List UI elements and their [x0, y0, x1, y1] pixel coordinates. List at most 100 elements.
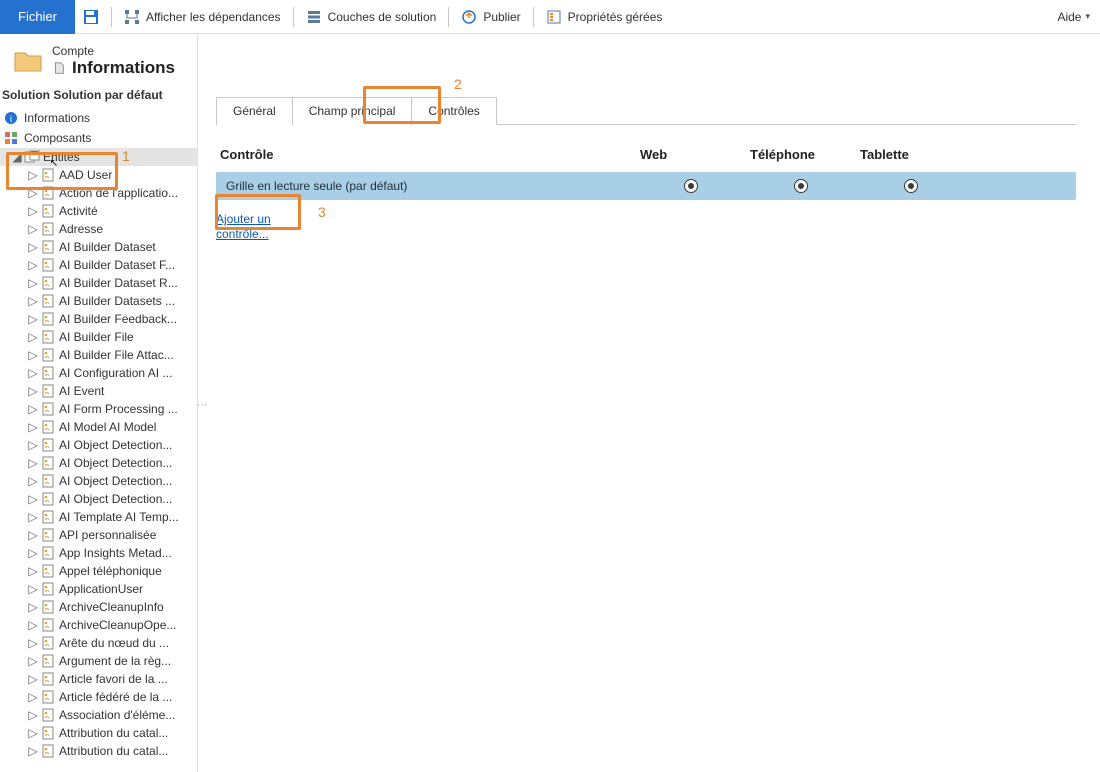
expand-icon[interactable]: ▷ — [28, 222, 38, 236]
expand-icon[interactable]: ▷ — [28, 258, 38, 272]
expand-icon[interactable]: ▷ — [28, 186, 38, 200]
tree-node-entities-label: Entités — [43, 150, 80, 164]
solution-layers-button[interactable]: Couches de solution — [298, 0, 445, 34]
dependencies-icon — [124, 9, 140, 25]
tree-node[interactable]: ▷AI Event — [0, 382, 197, 400]
expand-icon[interactable]: ▷ — [28, 708, 38, 722]
tree-node-label: Appel téléphonique — [59, 564, 162, 578]
radio-tablet[interactable] — [904, 179, 918, 193]
tree-node[interactable]: ▷AI Template AI Temp... — [0, 508, 197, 526]
tree-node[interactable]: ▷ArchiveCleanupOpe... — [0, 616, 197, 634]
tree-node[interactable]: ▷Activité — [0, 202, 197, 220]
expand-icon[interactable]: ▷ — [28, 420, 38, 434]
tab-primary-field[interactable]: Champ principal — [293, 97, 413, 125]
tree-node[interactable]: ▷AI Object Detection... — [0, 436, 197, 454]
save-button[interactable] — [75, 0, 107, 34]
col-control: Contrôle — [220, 147, 640, 162]
radio-web[interactable] — [684, 179, 698, 193]
info-icon: i — [4, 111, 18, 125]
tree-node-label: AI Model AI Model — [59, 420, 156, 434]
tab-general[interactable]: Général — [216, 97, 293, 125]
tree-node[interactable]: ▷Argument de la règ... — [0, 652, 197, 670]
entity-icon — [40, 636, 56, 650]
tree-node[interactable]: ▷ArchiveCleanupInfo — [0, 598, 197, 616]
tree-node[interactable]: ▷Attribution du catal... — [0, 724, 197, 742]
tree-node[interactable]: ▷AI Builder Dataset — [0, 238, 197, 256]
tree-node[interactable]: ▷AI Builder Dataset F... — [0, 256, 197, 274]
expand-icon[interactable]: ▷ — [28, 546, 38, 560]
expand-icon[interactable]: ▷ — [28, 456, 38, 470]
entity-icon — [40, 168, 56, 182]
tree-node-label: AI Form Processing ... — [59, 402, 178, 416]
show-dependencies-button[interactable]: Afficher les dépendances — [116, 0, 289, 34]
tree-node[interactable]: ▷API personnalisée — [0, 526, 197, 544]
tree-node[interactable]: ▷Arête du nœud du ... — [0, 634, 197, 652]
tree-node[interactable]: ▷ AI Configuration AI ... — [0, 364, 197, 382]
file-button[interactable]: Fichier — [0, 0, 75, 34]
tree-node[interactable]: ▷Adresse — [0, 220, 197, 238]
add-control-link[interactable]: Ajouter un contrôle... — [216, 212, 286, 242]
tree-node[interactable]: ▷ AI Model AI Model — [0, 418, 197, 436]
tree-node[interactable]: ▷Action de l'applicatio... — [0, 184, 197, 202]
expand-icon[interactable]: ▷ — [28, 204, 38, 218]
tree-node[interactable]: ▷ AI Builder Dataset R... — [0, 274, 197, 292]
tree-node[interactable]: ▷AI Builder Datasets ... — [0, 292, 197, 310]
expand-icon[interactable]: ▷ — [28, 672, 38, 686]
expand-icon[interactable]: ▷ — [28, 312, 38, 326]
collapse-icon[interactable]: ◢ — [12, 150, 22, 164]
expand-icon[interactable]: ▷ — [28, 636, 38, 650]
tree-node-label: AI Builder Dataset R... — [59, 276, 178, 290]
tree-node-label: AI Configuration AI ... — [59, 366, 172, 380]
tree-node-entities[interactable]: ◢ Entités ↖ — [0, 148, 197, 166]
tree-node[interactable]: ▷ApplicationUser — [0, 580, 197, 598]
expand-icon[interactable]: ▷ — [28, 582, 38, 596]
tree-node[interactable]: ▷AI Builder Feedback... — [0, 310, 197, 328]
expand-icon[interactable]: ▷ — [28, 618, 38, 632]
nav-composants[interactable]: Composants — [0, 128, 197, 148]
tree-node[interactable]: ▷Article fédéré de la ... — [0, 688, 197, 706]
expand-icon[interactable]: ▷ — [28, 492, 38, 506]
publish-button[interactable]: Publier — [453, 0, 528, 34]
expand-icon[interactable]: ▷ — [28, 294, 38, 308]
nav-informations[interactable]: i Informations — [0, 108, 197, 128]
expand-icon[interactable]: ▷ — [28, 276, 38, 290]
expand-icon[interactable]: ▷ — [28, 510, 38, 524]
entity-icon — [40, 204, 56, 218]
expand-icon[interactable]: ▷ — [28, 402, 38, 416]
expand-icon[interactable]: ▷ — [28, 528, 38, 542]
tree-node[interactable]: ▷AAD User — [0, 166, 197, 184]
tree-node[interactable]: ▷AI Builder File Attac... — [0, 346, 197, 364]
expand-icon[interactable]: ▷ — [28, 654, 38, 668]
tree-node[interactable]: ▷Attribution du catal... — [0, 742, 197, 760]
radio-phone[interactable] — [794, 179, 808, 193]
tree-node[interactable]: ▷App Insights Metad... — [0, 544, 197, 562]
managed-properties-button[interactable]: Propriétés gérées — [538, 0, 671, 34]
expand-icon[interactable]: ▷ — [28, 348, 38, 362]
expand-icon[interactable]: ▷ — [28, 168, 38, 182]
resize-handle[interactable]: ⋮ — [196, 400, 207, 410]
tab-controls[interactable]: Contrôles — [412, 97, 496, 125]
toolbar-right: ? Aide ▾ — [1053, 10, 1100, 24]
tree-node[interactable]: ▷AI Object Detection... — [0, 490, 197, 508]
expand-icon[interactable]: ▷ — [28, 366, 38, 380]
expand-icon[interactable]: ▷ — [28, 744, 38, 758]
tree-node[interactable]: ▷AI Object Detection... — [0, 454, 197, 472]
expand-icon[interactable]: ▷ — [28, 240, 38, 254]
expand-icon[interactable]: ▷ — [28, 564, 38, 578]
tree-node[interactable]: ▷ Appel téléphonique — [0, 562, 197, 580]
expand-icon[interactable]: ▷ — [28, 600, 38, 614]
publish-icon — [461, 9, 477, 25]
expand-icon[interactable]: ▷ — [28, 690, 38, 704]
tree-node[interactable]: ▷Association d'éléme... — [0, 706, 197, 724]
tree-node[interactable]: ▷ AI Form Processing ... — [0, 400, 197, 418]
expand-icon[interactable]: ▷ — [28, 384, 38, 398]
table-row[interactable]: Grille en lecture seule (par défaut) — [216, 172, 1076, 200]
expand-icon[interactable]: ▷ — [28, 438, 38, 452]
tree-node[interactable]: ▷Article favori de la ... — [0, 670, 197, 688]
expand-icon[interactable]: ▷ — [28, 330, 38, 344]
expand-icon[interactable]: ▷ — [28, 726, 38, 740]
expand-icon[interactable]: ▷ — [28, 474, 38, 488]
tree-node[interactable]: ▷AI Builder File — [0, 328, 197, 346]
tree-node[interactable]: ▷AI Object Detection... — [0, 472, 197, 490]
help-button[interactable]: ? Aide ▾ — [1053, 10, 1090, 24]
